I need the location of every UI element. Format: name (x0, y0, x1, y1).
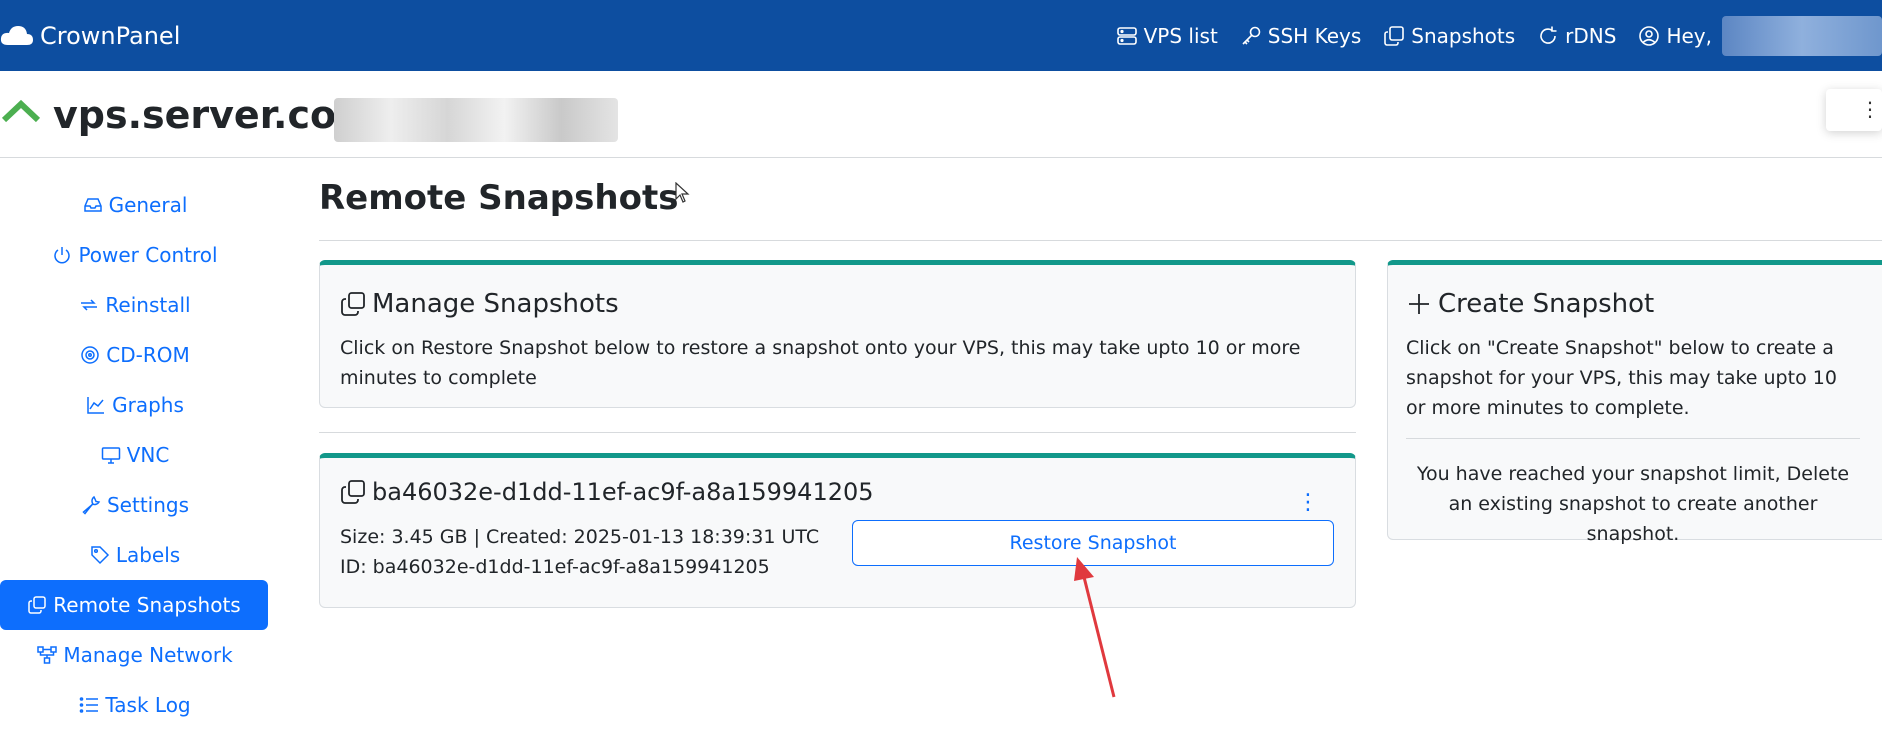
sidebar-item-label: Reinstall (105, 293, 191, 317)
nav-vps-list[interactable]: VPS list (1116, 24, 1218, 48)
snapshot-card: ba46032e-d1dd-11ef-ac9f-a8a159941205 Siz… (319, 453, 1356, 608)
sidebar-item-label: Task Log (105, 693, 191, 717)
top-nav: VPS list SSH Keys Snapshots rDNS Hey, (1094, 0, 1882, 71)
refresh-icon (1540, 26, 1557, 44)
server-header: vps.server.com ⋮ (0, 71, 1882, 158)
snapshot-name: ba46032e-d1dd-11ef-ac9f-a8a159941205 (372, 478, 874, 506)
nav-ssh-keys-label: SSH Keys (1267, 23, 1362, 48)
sidebar-item-remote-snapshots[interactable]: Remote Snapshots (0, 580, 268, 630)
monitor-icon (101, 447, 120, 464)
chevron-up-icon (1, 99, 41, 123)
graph-icon (87, 397, 105, 414)
card-heading: Manage Snapshots (340, 289, 619, 319)
sidebar-item-power-control[interactable]: Power Control (0, 230, 270, 280)
user-circle-icon (1639, 25, 1660, 46)
redacted-username (1722, 15, 1882, 56)
copy-icon (341, 480, 365, 504)
cloud-icon (0, 25, 33, 45)
brand[interactable]: CrownPanel (0, 0, 180, 71)
sidebar-item-cd-rom[interactable]: CD-ROM (0, 330, 270, 380)
manage-snapshots-card: Manage Snapshots Click on Restore Snapsh… (319, 260, 1356, 408)
nav-snapshots[interactable]: Snapshots (1383, 24, 1515, 48)
sidebar-item-label: Manage Network (63, 643, 233, 667)
divider (319, 240, 1882, 241)
sidebar-item-vnc[interactable]: VNC (0, 430, 270, 480)
sidebar-item-label: Graphs (112, 393, 184, 417)
manage-snapshots-heading: Manage Snapshots (372, 289, 619, 319)
disc-icon (81, 346, 99, 364)
inbox-icon (83, 198, 102, 212)
manage-snapshots-text: Click on Restore Snapshot below to resto… (340, 337, 1301, 389)
divider (319, 432, 1356, 433)
brand-name: CrownPanel (40, 21, 181, 50)
server-hostname: vps.server.com (53, 93, 376, 137)
sidebar-item-label: General (108, 193, 188, 217)
sidebar-item-label: Remote Snapshots (53, 593, 241, 617)
nav-rdns-label: rDNS (1565, 23, 1617, 48)
sidebar-item-settings[interactable]: Settings (0, 480, 270, 530)
nav-rdns[interactable]: rDNS (1537, 24, 1616, 48)
sidebar-item-graphs[interactable]: Graphs (0, 380, 270, 430)
sidebar: General Power Control Reinstall CD-ROM G… (0, 180, 270, 730)
copy-icon (341, 292, 365, 316)
redacted-ip-address (334, 98, 618, 142)
snapshot-menu-icon[interactable]: ⋮ (1297, 490, 1319, 515)
tag-icon (91, 546, 109, 565)
sidebar-item-label: CD-ROM (106, 343, 190, 367)
copy-icon (1384, 25, 1405, 46)
nav-vps-list-label: VPS list (1143, 23, 1218, 48)
snapshot-meta: Size: 3.45 GB | Created: 2025-01-13 18:3… (340, 526, 820, 548)
list-icon (80, 697, 99, 713)
sidebar-item-reinstall[interactable]: Reinstall (0, 280, 270, 330)
sidebar-item-label: Settings (106, 493, 190, 517)
create-snapshot-heading: Create Snapshot (1438, 289, 1655, 319)
snapshot-heading: ba46032e-d1dd-11ef-ac9f-a8a159941205 (340, 478, 874, 506)
nav-snapshots-label: Snapshots (1411, 23, 1516, 48)
more-options-icon[interactable]: ⋮ (1860, 97, 1880, 121)
nav-user-greeting: Hey, (1666, 23, 1712, 48)
wrench-icon (82, 495, 101, 515)
create-snapshot-card: Create Snapshot Click on "Create Snapsho… (1387, 260, 1882, 545)
card-heading: Create Snapshot (1406, 289, 1654, 319)
sidebar-item-manage-network[interactable]: Manage Network (0, 630, 270, 680)
plus-icon (1409, 294, 1429, 314)
server-icon (1116, 26, 1137, 45)
annotation-arrow-icon (1074, 557, 1116, 698)
reinstall-icon (81, 299, 98, 311)
page-title: Remote Snapshots (319, 178, 679, 218)
copy-icon (28, 596, 47, 614)
sidebar-item-general[interactable]: General (0, 180, 270, 230)
power-icon (54, 247, 71, 264)
create-snapshot-text: Click on "Create Snapshot" below to crea… (1406, 337, 1837, 419)
network-icon (37, 646, 58, 664)
sidebar-item-label: VNC (126, 443, 170, 467)
nav-ssh-keys[interactable]: SSH Keys (1240, 24, 1361, 48)
mouse-cursor-icon (675, 182, 690, 203)
key-icon (1242, 26, 1261, 45)
snapshot-id: ID: ba46032e-d1dd-11ef-ac9f-a8a159941205 (340, 556, 770, 578)
divider (1406, 438, 1860, 439)
top-navbar: CrownPanel VPS list SSH Keys Snapshots r… (0, 0, 1882, 71)
sidebar-item-labels[interactable]: Labels (0, 530, 270, 580)
snapshot-limit-message: You have reached your snapshot limit, De… (1416, 463, 1850, 545)
sidebar-item-label: Power Control (78, 243, 218, 267)
sidebar-item-task-log[interactable]: Task Log (0, 680, 270, 730)
nav-user-menu[interactable]: Hey, (1638, 15, 1882, 56)
sidebar-item-label: Labels (115, 543, 181, 567)
